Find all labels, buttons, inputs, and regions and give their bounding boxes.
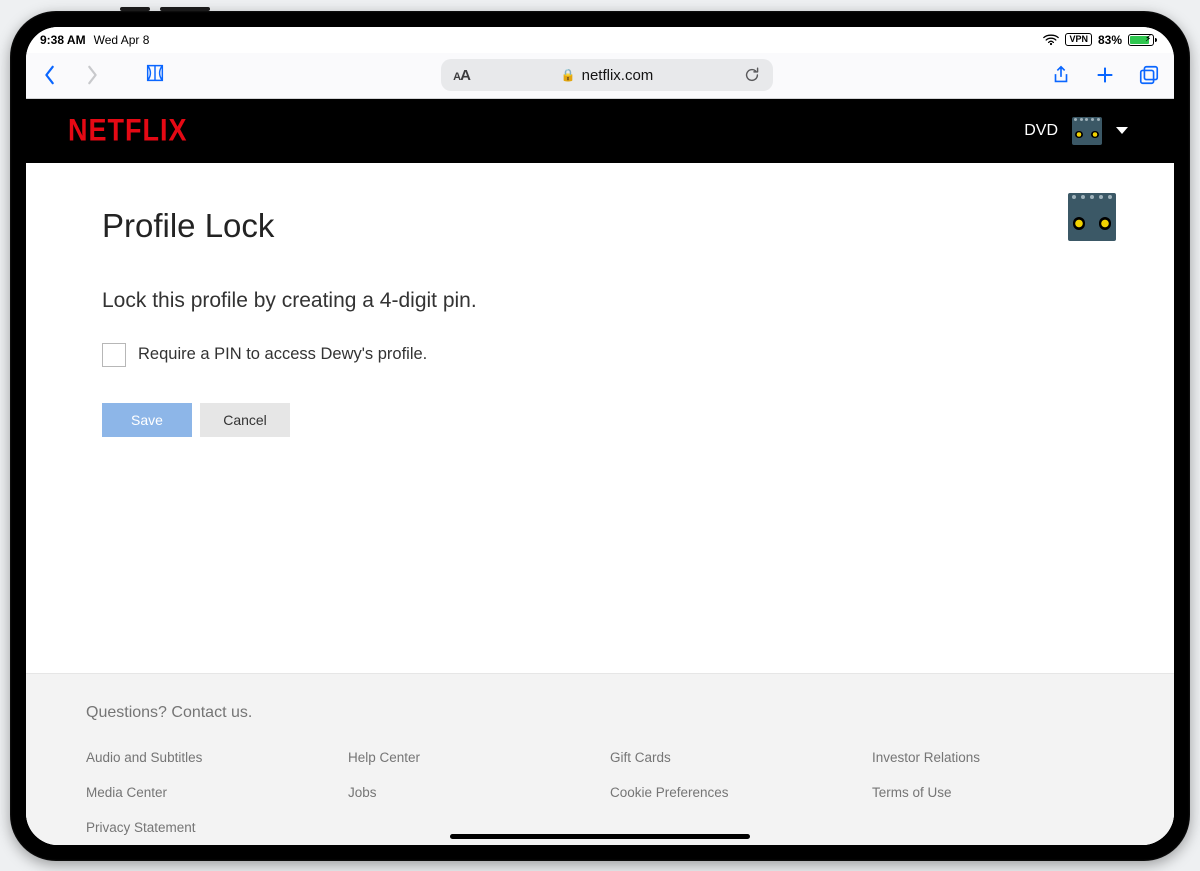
footer-link[interactable]: Terms of Use	[872, 785, 1114, 800]
dvd-link[interactable]: DVD	[1024, 122, 1058, 140]
status-bar: 9:38 AM Wed Apr 8 VPN 83% ⚡︎	[26, 27, 1174, 53]
page-content: NETFLIX DVD Profile Lock Lock this profi…	[26, 99, 1174, 845]
footer-link[interactable]: Privacy Statement	[86, 820, 328, 835]
netflix-logo[interactable]: NETFLIX	[68, 113, 188, 149]
save-button[interactable]: Save	[102, 403, 192, 437]
profile-menu-caret-icon[interactable]	[1116, 127, 1128, 134]
footer-link[interactable]: Jobs	[348, 785, 590, 800]
new-tab-button[interactable]	[1092, 62, 1118, 88]
vpn-indicator: VPN	[1065, 33, 1092, 46]
address-bar[interactable]: AA 🔒 netflix.com	[441, 59, 773, 91]
share-button[interactable]	[1048, 62, 1074, 88]
footer-link[interactable]: Cookie Preferences	[610, 785, 852, 800]
volume-button	[160, 7, 210, 11]
footer-link[interactable]: Gift Cards	[610, 750, 852, 765]
reader-text-size-button[interactable]: AA	[453, 67, 470, 84]
main-content: Profile Lock Lock this profile by creati…	[26, 163, 1174, 673]
volume-button	[120, 7, 150, 11]
footer-link[interactable]: Media Center	[86, 785, 328, 800]
battery-percent: 83%	[1098, 33, 1122, 47]
footer-link[interactable]: Help Center	[348, 750, 590, 765]
require-pin-checkbox[interactable]	[102, 343, 126, 367]
wifi-icon	[1043, 34, 1059, 46]
bookmarks-button[interactable]	[144, 62, 166, 89]
home-indicator[interactable]	[450, 834, 750, 839]
ipad-frame: 9:38 AM Wed Apr 8 VPN 83% ⚡︎	[10, 11, 1190, 861]
url-domain: netflix.com	[582, 67, 654, 84]
lock-icon: 🔒	[561, 68, 576, 82]
profile-avatar-icon[interactable]	[1072, 117, 1102, 145]
back-button[interactable]	[38, 63, 62, 87]
battery-icon: ⚡︎	[1128, 34, 1154, 46]
clock: 9:38 AM	[40, 33, 86, 47]
reload-button[interactable]	[743, 66, 761, 84]
screen: 9:38 AM Wed Apr 8 VPN 83% ⚡︎	[26, 27, 1174, 845]
profile-avatar-large-icon	[1068, 193, 1116, 241]
forward-button[interactable]	[80, 63, 104, 87]
footer-contact[interactable]: Questions? Contact us.	[86, 704, 1114, 722]
footer-link[interactable]: Investor Relations	[872, 750, 1114, 765]
tabs-button[interactable]	[1136, 62, 1162, 88]
netflix-header: NETFLIX DVD	[26, 99, 1174, 163]
footer: Questions? Contact us. Audio and Subtitl…	[26, 673, 1174, 845]
page-subtitle: Lock this profile by creating a 4-digit …	[102, 289, 1098, 313]
cancel-button[interactable]: Cancel	[200, 403, 290, 437]
safari-toolbar: AA 🔒 netflix.com	[26, 53, 1174, 99]
page-title: Profile Lock	[102, 207, 1098, 245]
status-date: Wed Apr 8	[94, 33, 150, 47]
require-pin-label: Require a PIN to access Dewy's profile.	[138, 345, 427, 364]
footer-link[interactable]: Audio and Subtitles	[86, 750, 328, 765]
